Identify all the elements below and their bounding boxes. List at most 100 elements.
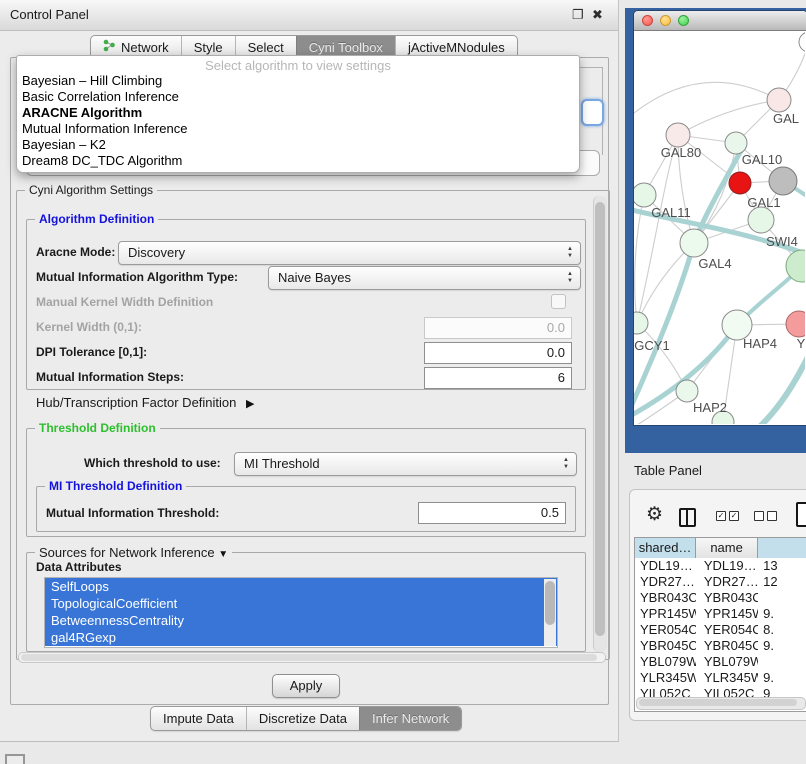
scrollbar-thumb[interactable] bbox=[639, 699, 797, 706]
attribute-item[interactable]: TopologicalCoefficient bbox=[45, 595, 557, 612]
table-row[interactable]: YBR043CYBR043C bbox=[635, 590, 806, 606]
table-cell: 9. bbox=[758, 606, 806, 622]
column-header[interactable]: name bbox=[696, 538, 758, 558]
table-cell bbox=[758, 654, 806, 670]
network-node[interactable] bbox=[729, 172, 751, 194]
tab-label: Discretize Data bbox=[259, 707, 347, 730]
stepper-arrows-icon: ▲▼ bbox=[563, 457, 569, 471]
table-row[interactable]: YBR045CYBR045C9. bbox=[635, 638, 806, 654]
algorithm-option[interactable]: Basic Correlation Inference bbox=[17, 89, 579, 105]
scrollbar-thumb[interactable] bbox=[545, 581, 555, 625]
settings-horizontal-scrollbar[interactable] bbox=[18, 652, 606, 663]
mi-type-combo[interactable]: Naive Bayes ▲▼ bbox=[268, 266, 581, 290]
data-attributes-label: Data Attributes bbox=[36, 560, 122, 574]
table-row[interactable]: YER054CYER054C8. bbox=[635, 622, 806, 638]
attribute-item[interactable]: gal4RGexp bbox=[45, 629, 557, 646]
minimize-traffic-light[interactable] bbox=[660, 15, 671, 26]
network-node-gal[interactable] bbox=[767, 88, 791, 112]
dock-icon-partial[interactable] bbox=[5, 754, 25, 764]
column-header[interactable]: shared… bbox=[635, 538, 696, 558]
table-cell: 9. bbox=[758, 670, 806, 686]
network-node-gcy1[interactable] bbox=[634, 312, 648, 334]
algorithm-option[interactable]: Mutual Information Inference bbox=[17, 121, 579, 137]
close-icon[interactable]: ✖ bbox=[592, 7, 603, 23]
apply-button[interactable]: Apply bbox=[272, 674, 340, 698]
which-threshold-combo[interactable]: MI Threshold ▲▼ bbox=[234, 452, 577, 476]
table-cell: 9. bbox=[758, 638, 806, 654]
node-label: GCY1 bbox=[634, 338, 669, 353]
network-node[interactable] bbox=[799, 32, 805, 52]
table-cell: YBR045C bbox=[696, 638, 758, 654]
table-horizontal-scrollbar[interactable] bbox=[636, 697, 806, 710]
mi-type-value: Naive Bayes bbox=[278, 270, 351, 285]
list-vertical-scrollbar[interactable] bbox=[544, 579, 556, 646]
aracne-mode-label: Aracne Mode: bbox=[36, 245, 115, 259]
tab-label: Impute Data bbox=[163, 707, 234, 730]
scrollbar-thumb[interactable] bbox=[21, 654, 597, 661]
network-window-titlebar[interactable] bbox=[634, 11, 806, 31]
network-node[interactable] bbox=[769, 167, 797, 195]
algorithm-option[interactable]: Bayesian – Hill Climbing bbox=[17, 73, 579, 89]
algorithm-dropdown-popup: Select algorithm to view settings Bayesi… bbox=[16, 55, 580, 173]
group-border-fragment bbox=[579, 67, 603, 68]
float-window-icon[interactable]: ❐ bbox=[572, 7, 584, 23]
table-cell bbox=[758, 590, 806, 606]
network-node-y[interactable] bbox=[786, 311, 805, 337]
node-label: HAP2 bbox=[693, 400, 727, 415]
popup-prompt: Select algorithm to view settings bbox=[17, 58, 579, 73]
node-label: SWI4 bbox=[766, 234, 798, 249]
mi-type-label: Mutual Information Algorithm Type: bbox=[36, 270, 238, 284]
which-threshold-label: Which threshold to use: bbox=[84, 456, 221, 470]
attribute-item[interactable]: SelfLoops bbox=[45, 578, 557, 595]
network-view-window: GALGAL80GAL10GAL1GAL11SWI4GAL4HAP4YGCY1H… bbox=[633, 10, 806, 426]
panel-title: Control Panel bbox=[10, 0, 89, 30]
table-row[interactable]: YLR345WYLR345W9. bbox=[635, 670, 806, 686]
tab-infer-network[interactable]: Infer Network bbox=[359, 707, 461, 730]
tab-label: Infer Network bbox=[372, 707, 449, 730]
network-canvas[interactable]: GALGAL80GAL10GAL1GAL11SWI4GAL4HAP4YGCY1H… bbox=[634, 31, 805, 424]
table-row[interactable]: YBL079WYBL079W bbox=[635, 654, 806, 670]
threshold-definition-title: Threshold Definition bbox=[35, 421, 160, 435]
close-traffic-light[interactable] bbox=[642, 15, 653, 26]
column-header[interactable] bbox=[758, 538, 806, 558]
attribute-item[interactable]: BetweennessCentrality bbox=[45, 612, 557, 629]
table-row[interactable]: YPR145WYPR145W9. bbox=[635, 606, 806, 622]
table-cell: YDR27… bbox=[635, 574, 696, 590]
checked-checkbox-icon[interactable]: ✓ bbox=[729, 511, 739, 521]
unchecked-checkbox-icon[interactable] bbox=[754, 511, 764, 521]
table-row[interactable]: YDR27…YDR27…12 bbox=[635, 574, 806, 590]
algorithm-option[interactable]: Dream8 DC_TDC Algorithm bbox=[17, 153, 579, 169]
node-attribute-table: shared…name YDL19…YDL19…13YDR27…YDR27…12… bbox=[634, 537, 806, 712]
expanded-arrow-icon: ▼ bbox=[218, 549, 228, 560]
table-cell: YBL079W bbox=[635, 654, 696, 670]
network-node-hap2[interactable] bbox=[676, 380, 698, 402]
page-icon-partial[interactable] bbox=[796, 502, 806, 527]
network-node-gal11[interactable] bbox=[634, 183, 656, 207]
network-node-gal10[interactable] bbox=[725, 132, 747, 154]
manual-kernel-checkbox bbox=[551, 294, 566, 309]
network-node-gal1[interactable] bbox=[748, 207, 774, 233]
table-cell: YBR043C bbox=[635, 590, 696, 606]
unchecked-checkbox-icon[interactable] bbox=[767, 511, 777, 521]
settings-vertical-scrollbar[interactable] bbox=[593, 196, 607, 652]
tab-discretize-data[interactable]: Discretize Data bbox=[246, 707, 359, 730]
tab-impute-data[interactable]: Impute Data bbox=[151, 707, 246, 730]
table-cell: YPR145W bbox=[696, 606, 758, 622]
network-node-gal80[interactable] bbox=[666, 123, 690, 147]
mi-steps-field[interactable]: 6 bbox=[424, 367, 572, 389]
sources-expander[interactable]: Sources for Network Inference ▼ bbox=[35, 545, 232, 560]
scrollbar-thumb[interactable] bbox=[595, 202, 605, 636]
zoom-traffic-light[interactable] bbox=[678, 15, 689, 26]
mi-threshold-field[interactable]: 0.5 bbox=[418, 502, 566, 524]
network-node-gal4[interactable] bbox=[680, 229, 708, 257]
algorithm-option[interactable]: Bayesian – K2 bbox=[17, 137, 579, 153]
hub-definition-expander[interactable]: Hub/Transcription Factor Definition ▶ bbox=[36, 395, 254, 410]
table-row[interactable]: YDL19…YDL19…13 bbox=[635, 558, 806, 574]
checked-checkbox-icon[interactable]: ✓ bbox=[716, 511, 726, 521]
algorithm-option[interactable]: ARACNE Algorithm bbox=[17, 105, 579, 121]
dpi-tolerance-field[interactable]: 0.0 bbox=[424, 342, 572, 364]
gear-icon[interactable]: ⚙ bbox=[646, 504, 663, 526]
aracne-mode-combo[interactable]: Discovery ▲▼ bbox=[118, 241, 581, 265]
columns-icon[interactable] bbox=[679, 508, 696, 527]
inference-algorithm-combo-fragment[interactable] bbox=[581, 99, 604, 126]
